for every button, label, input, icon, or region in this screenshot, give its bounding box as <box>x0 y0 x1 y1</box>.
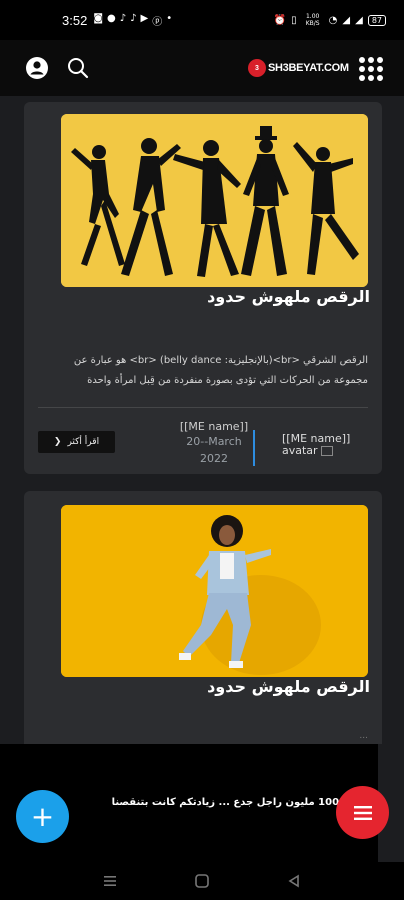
post-image-dancers[interactable] <box>61 114 368 287</box>
avatar-alt-text: [[ME name]] avatar <box>282 432 351 457</box>
search-button[interactable] <box>66 56 90 80</box>
dot-icon: • <box>166 12 173 24</box>
logo-badge: 3 <box>248 59 266 77</box>
site-logo[interactable]: 3 SH3BEYAT.COM <box>248 59 349 77</box>
chevron-left-icon: ❮ <box>53 437 62 447</box>
status-right-icons: ⏰ ▯ 1.00 KB/S ◔ ◢ ◢ 87 <box>274 13 386 27</box>
user-icon <box>26 57 48 79</box>
post-card: الرقص ملهوش حدود الرقص الشرقي <br>(بالإن… <box>24 102 382 474</box>
author-name[interactable]: [[ME name]] <box>174 420 254 433</box>
card-divider <box>38 407 368 408</box>
home-button[interactable] <box>193 872 211 890</box>
wifi-icon: ◔ <box>328 14 338 26</box>
dancer-photo-image <box>61 505 368 677</box>
ticker-text: ات 100 مليون راجل جدع ... زيادتكم كانت ب… <box>111 797 356 808</box>
status-left-icons: ◙ ● ♪ ♪ ▶ ⓟ • <box>93 13 172 28</box>
apps-grid-icon <box>359 57 383 81</box>
avatar[interactable]: [[ME name]] avatar <box>282 433 374 457</box>
status-time: 3:52 <box>62 12 88 28</box>
author-divider <box>253 430 255 466</box>
pinterest-icon: ⓟ <box>152 16 163 28</box>
app-header: 3 SH3BEYAT.COM <box>0 40 404 96</box>
post-date-year: 2022 <box>200 452 228 465</box>
back-icon <box>288 874 299 888</box>
post-faint-text: ... <box>359 731 368 741</box>
post-title[interactable]: الرقص ملهوش حدود <box>207 287 370 306</box>
alarm-icon: ⏰ <box>273 14 287 26</box>
search-icon <box>68 58 89 79</box>
plus-icon: + <box>30 800 55 833</box>
user-button[interactable] <box>25 56 49 80</box>
messenger-icon: ● <box>107 12 116 24</box>
add-button[interactable]: + <box>16 790 69 843</box>
tiktok-icon: ♪ <box>119 12 127 24</box>
read-more-label: اقرأ أكثر <box>67 437 100 447</box>
system-nav-bar <box>0 862 404 900</box>
post-title[interactable]: الرقص ملهوش حدود <box>207 677 370 696</box>
post-date: 20--March <box>186 435 242 448</box>
apps-grid-button[interactable] <box>358 56 384 82</box>
battery-icon: 87 <box>367 14 386 26</box>
home-icon <box>195 874 209 888</box>
status-bar: 3:52 ◙ ● ♪ ♪ ▶ ⓟ • ⏰ ▯ 1.00 KB/S ◔ ◢ ◢ 8… <box>0 0 404 40</box>
recent-apps-icon <box>104 876 116 886</box>
post-meta: اقرأ أكثر ❮ [[ME name]] 20--March 2022 [… <box>24 420 382 470</box>
notification-icon: ◙ <box>93 12 104 24</box>
post-image-dancer[interactable] <box>61 505 368 677</box>
post-feed[interactable]: الرقص ملهوش حدود الرقص الشرقي <br>(بالإن… <box>0 96 404 744</box>
hamburger-icon <box>353 805 372 820</box>
dancers-silhouette-image <box>61 114 368 287</box>
author-block: [[ME name]] 20--March 2022 <box>174 420 254 467</box>
signal-icon: ◢ <box>355 14 363 26</box>
logo-text: SH3BEYAT.COM <box>268 62 349 74</box>
vibrate-icon: ▯ <box>291 14 297 26</box>
signal-icon: ◢ <box>342 14 351 26</box>
post-card: الرقص ملهوش حدود ... <box>24 491 382 744</box>
post-excerpt: الرقص الشرقي <br>(بالإنجليزية: belly dan… <box>73 355 368 386</box>
broken-image-icon <box>321 446 334 456</box>
back-button[interactable] <box>285 872 303 890</box>
youtube-icon: ▶ <box>140 12 149 24</box>
menu-button[interactable] <box>336 786 389 839</box>
tiktok-icon: ♪ <box>130 12 137 24</box>
recent-apps-button[interactable] <box>101 872 119 890</box>
data-rate-text: 1.00 KB/S <box>305 13 320 27</box>
read-more-button[interactable]: اقرأ أكثر ❮ <box>38 431 115 453</box>
